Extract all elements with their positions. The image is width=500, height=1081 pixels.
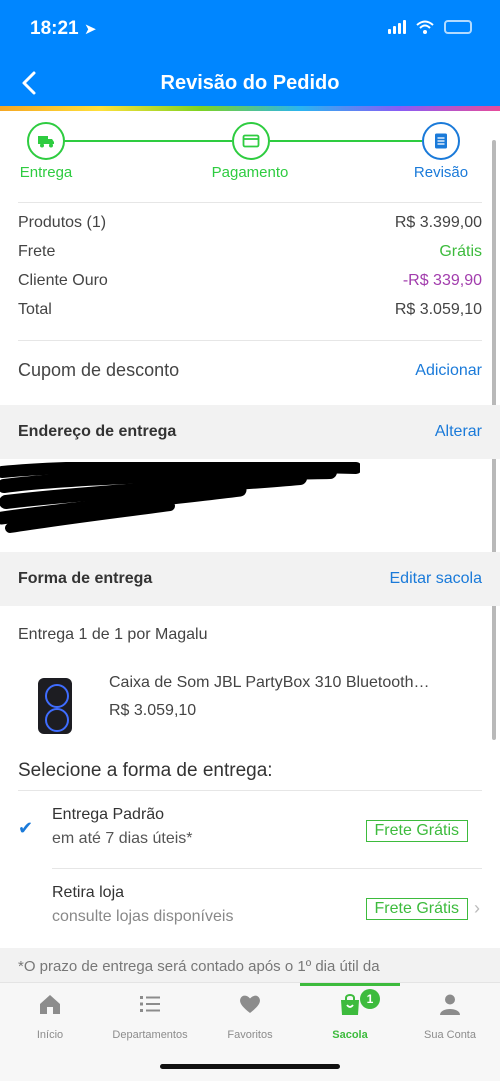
tab-sua-conta[interactable]: Sua Conta [400,991,500,1041]
location-arrow-icon: ➤ [84,21,97,38]
delivery-option-pickup[interactable]: Retira loja consulte lojas disponíveis F… [18,882,482,942]
chevron-right-icon: › [474,898,480,918]
divider [18,202,482,203]
card-icon [242,134,260,148]
speaker-icon [38,678,72,734]
product-price: R$ 3.059,10 [109,702,197,719]
delivery-section-header: Forma de entrega Editar sacola [0,552,500,606]
address-heading: Endereço de entrega [18,423,177,440]
coupon-label: Cupom de desconto [18,360,180,380]
tab-label: Favoritos [227,1029,273,1041]
truck-icon [38,136,54,148]
summary-row-gold: Cliente Ouro -R$ 339,90 [18,272,482,301]
step-revisao[interactable] [422,122,460,160]
total-label: Total [18,301,52,318]
tab-label: Sua Conta [424,1029,476,1041]
active-tab-indicator [300,983,400,986]
total-value: R$ 3.059,10 [394,301,482,318]
product-item[interactable]: Caixa de Som JBL PartyBox 310 Bluetooth…… [18,668,482,738]
status-time: 18:21 [30,18,79,39]
shipping-value: Grátis [439,243,482,260]
edit-bag-link[interactable]: Editar sacola [390,570,483,588]
divider [52,868,482,869]
delivery-heading: Forma de entrega [18,570,153,587]
redacted-address [0,462,360,533]
step-connector [270,140,422,142]
select-delivery-title: Selecione a forma de entrega: [18,760,273,781]
free-shipping-badge: Frete Grátis [365,820,468,842]
delivery-seller: Entrega 1 de 1 por Magalu [18,626,208,643]
free-shipping-badge: Frete Grátis [365,898,468,920]
wifi-icon [416,20,434,34]
tab-favoritos[interactable]: Favoritos [200,991,300,1041]
list-icon [140,996,160,1012]
option-title: Retira loja [52,884,125,901]
heart-icon [240,995,260,1013]
home-indicator [160,1064,340,1069]
tab-departamentos[interactable]: Departamentos [100,991,200,1041]
option-subtitle: em até 7 dias úteis* [52,830,193,847]
order-summary: Produtos (1) R$ 3.399,00 Frete Grátis Cl… [18,214,482,330]
summary-row-shipping: Frete Grátis [18,243,482,272]
tab-label: Sacola [332,1029,368,1041]
gold-discount-value: -R$ 339,90 [402,272,482,289]
step-label-entrega: Entrega [19,164,73,181]
status-icons [388,20,472,34]
option-subtitle: consulte lojas disponíveis [52,908,234,925]
summary-row-products: Produtos (1) R$ 3.399,00 [18,214,482,243]
step-label-revisao: Revisão [413,164,469,181]
step-entrega[interactable] [27,122,65,160]
divider [18,790,482,791]
tab-sacola[interactable]: 1 Sacola [300,989,400,1041]
header-gradient-strip [0,106,500,111]
shipping-label: Frete [18,243,56,260]
page-title: Revisão do Pedido [160,72,340,94]
tab-label: Departamentos [112,1029,188,1041]
change-address-link[interactable]: Alterar [435,423,482,441]
status-bar: 18:21 ➤ [0,0,500,60]
coupon-row: Cupom de desconto Adicionar [18,360,482,381]
add-coupon-link[interactable]: Adicionar [415,362,482,381]
step-pagamento[interactable] [232,122,270,160]
divider [18,340,482,341]
battery-icon [444,20,472,34]
tab-label: Início [36,1029,64,1041]
signal-icon [388,20,406,34]
document-icon [435,133,447,149]
products-label: Produtos (1) [18,214,107,231]
bag-icon [341,994,359,1015]
address-section-header: Endereço de entrega Alterar [0,405,500,459]
summary-row-total: Total R$ 3.059,10 [18,301,482,330]
step-label-pagamento: Pagamento [211,164,289,181]
gold-discount-label: Cliente Ouro [18,272,108,289]
product-name: Caixa de Som JBL PartyBox 310 Bluetooth… [109,674,430,691]
user-icon [440,994,460,1015]
products-value: R$ 3.399,00 [394,214,482,231]
checkout-progress: Entrega Pagamento Revisão [0,118,500,198]
option-title: Entrega Padrão [52,806,165,823]
home-icon [40,995,60,1014]
check-icon: ✔ [18,818,34,838]
delivery-note: *O prazo de entrega será contado após o … [18,958,380,975]
bag-count-badge: 1 [360,989,380,1009]
tab-inicio[interactable]: Início [0,991,100,1041]
delivery-option-standard[interactable]: ✔ Entrega Padrão em até 7 dias úteis* Fr… [18,804,482,864]
step-connector [64,140,232,142]
